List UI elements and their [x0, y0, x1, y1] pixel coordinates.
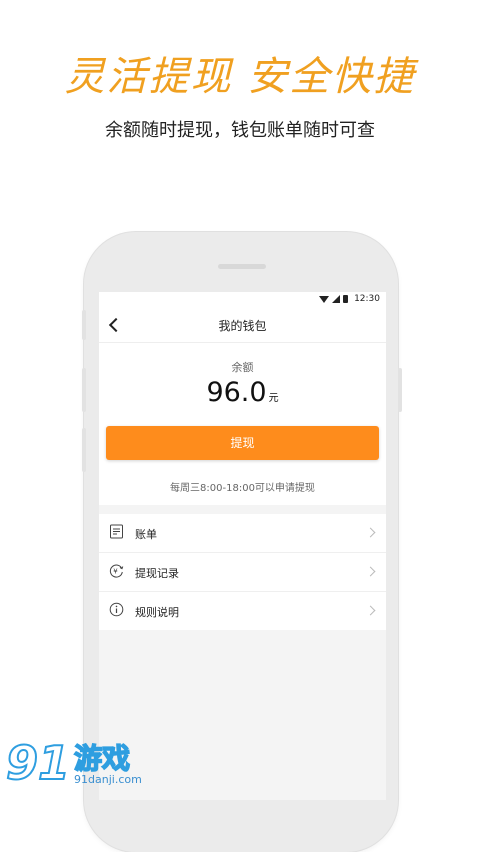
- menu-item-withdraw-record[interactable]: ¥ 提现记录: [99, 553, 386, 592]
- menu-item-label: 规则说明: [135, 606, 179, 619]
- menu-item-bill[interactable]: 账单: [99, 514, 386, 553]
- menu-item-label: 提现记录: [135, 567, 179, 580]
- status-time: 12:30: [354, 294, 380, 304]
- svg-text:¥: ¥: [113, 567, 118, 575]
- watermark-right: 游戏 91danji.com: [73, 742, 142, 786]
- phone-side-button-left-1: [82, 310, 86, 340]
- phone-side-button-right: [398, 368, 402, 412]
- bill-icon: [109, 524, 124, 539]
- chevron-right-icon: [365, 566, 376, 577]
- signal-icon: [332, 295, 341, 303]
- balance-amount: 96.0 元: [99, 377, 386, 408]
- phone-side-button-left-2: [82, 368, 86, 412]
- info-icon: [109, 602, 124, 617]
- menu-item-label: 账单: [135, 528, 157, 541]
- balance-unit: 元: [268, 393, 279, 404]
- watermark-logo: 91: [5, 736, 71, 790]
- phone-screen: 12:30 我的钱包 余额 96.0 元 提现 每周三8:00-18:00可以申请…: [99, 292, 386, 800]
- battery-icon: [343, 295, 349, 303]
- nav-bar: 我的钱包: [99, 308, 386, 343]
- chevron-right-icon: [365, 527, 376, 538]
- promo-subline: 余额随时提现，钱包账单随时可查: [105, 120, 375, 141]
- page-title: 我的钱包: [218, 319, 267, 333]
- menu-item-rules[interactable]: 规则说明: [99, 592, 386, 630]
- balance-value: 96.0: [206, 377, 267, 408]
- phone-side-button-left-3: [82, 428, 86, 472]
- watermark-text: 游戏: [73, 742, 131, 775]
- chevron-right-icon: [365, 605, 376, 616]
- status-bar: 12:30: [99, 292, 386, 308]
- watermark-url: 91danji.com: [74, 773, 142, 786]
- status-icons: 12:30: [319, 294, 380, 304]
- wifi-icon: [319, 295, 330, 303]
- menu-list: 账单 ¥ 提现记录 规则说明: [99, 514, 386, 630]
- withdraw-record-icon: ¥: [109, 563, 124, 578]
- watermark: 91 游戏 91danji.com: [5, 736, 142, 790]
- withdraw-notice: 每周三8:00-18:00可以申请提现: [170, 483, 315, 494]
- phone-speaker: [218, 264, 266, 269]
- balance-card: 余额 96.0 元 提现 每周三8:00-18:00可以申请提现: [99, 343, 386, 505]
- balance-label: 余额: [231, 361, 254, 374]
- withdraw-button[interactable]: 提现: [106, 426, 379, 460]
- promo-headline: 灵活提现 安全快捷: [64, 54, 416, 100]
